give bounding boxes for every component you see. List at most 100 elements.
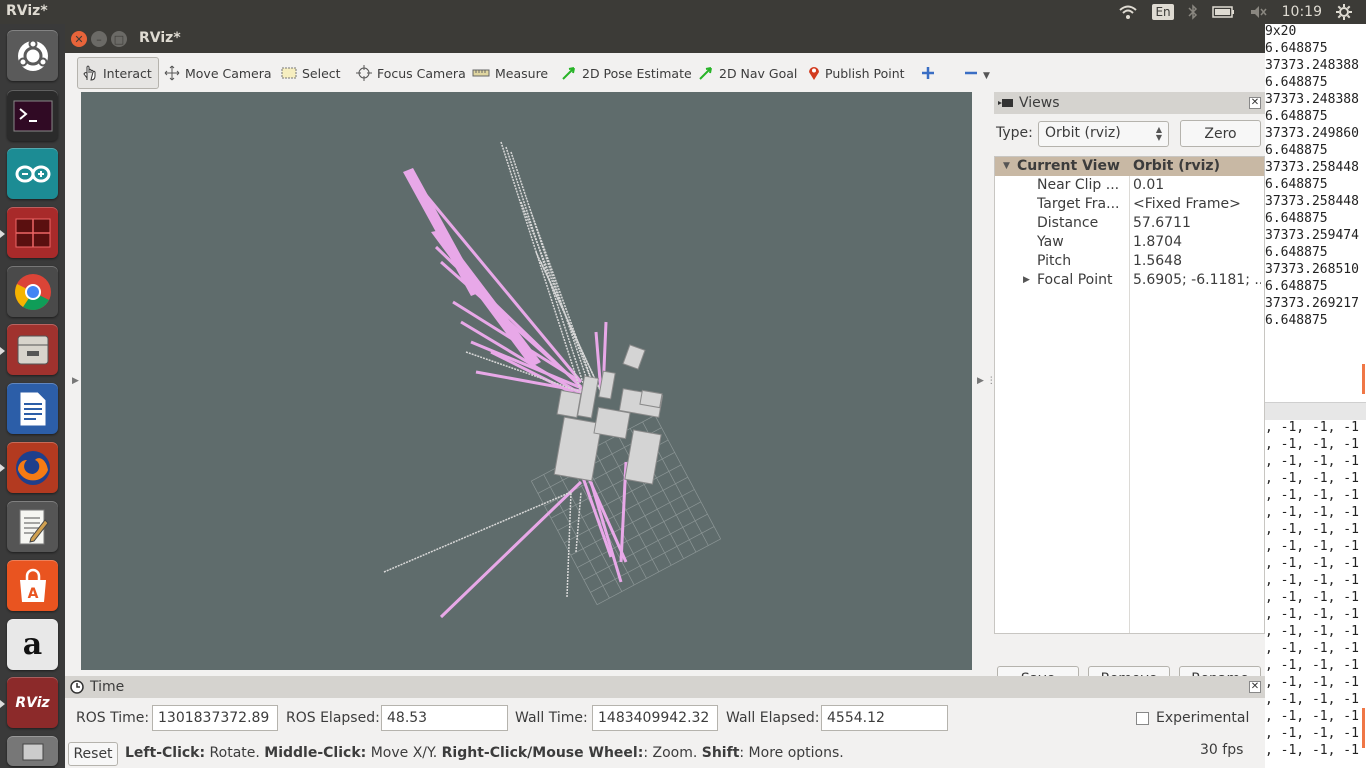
publish-point-tool-button[interactable]: Publish Point xyxy=(804,57,909,89)
keyboard-layout-indicator[interactable]: En xyxy=(1152,4,1174,20)
hint-left-click-desc: Rotate. xyxy=(205,745,265,761)
property-value[interactable]: 1.5648 xyxy=(1133,253,1261,269)
running-indicator xyxy=(0,464,5,472)
select-tool-button[interactable]: Select xyxy=(277,57,345,89)
reset-button[interactable]: Reset xyxy=(68,742,118,766)
terminal-icon[interactable] xyxy=(7,90,58,141)
terminal-line: , -1, -1, -1 xyxy=(1265,556,1359,571)
terminal-line: , -1, -1, -1 xyxy=(1265,641,1359,656)
green-arrow-icon xyxy=(698,65,714,81)
ubuntu-dash-icon[interactable] xyxy=(7,30,58,81)
property-name: Near Clip ... xyxy=(1037,177,1120,193)
text-editor-icon[interactable] xyxy=(7,501,58,552)
spin-arrows-icon: ▲ ▼ xyxy=(1155,125,1162,142)
property-value[interactable]: <Fixed Frame> xyxy=(1133,196,1261,212)
views-panel-close-button[interactable]: ✕ xyxy=(1249,97,1261,109)
3d-render-viewport[interactable] xyxy=(81,92,972,670)
time-panel-close-button[interactable]: ✕ xyxy=(1249,681,1261,693)
bluetooth-icon[interactable] xyxy=(1188,4,1198,20)
measure-tool-button[interactable]: Measure xyxy=(468,57,552,89)
window-titlebar[interactable]: ✕ – □ RViz* xyxy=(65,24,1265,53)
files-icon[interactable] xyxy=(7,324,58,375)
ros-elapsed-field[interactable]: 48.53 xyxy=(381,705,508,731)
property-row[interactable]: Pitch 1.5648 xyxy=(995,252,1264,271)
current-view-row[interactable]: ▼ Current View Orbit (rviz) xyxy=(995,157,1264,176)
property-value[interactable]: 0.01 xyxy=(1133,177,1261,193)
battery-icon[interactable] xyxy=(1211,5,1236,19)
laser-ray xyxy=(383,491,572,573)
rviz-icon[interactable]: RViz xyxy=(7,677,58,728)
remove-tool-button[interactable]: ▼ xyxy=(960,57,994,89)
terminal-line: 6.648875 xyxy=(1265,245,1328,260)
dropdown-arrow-icon[interactable]: ▼ xyxy=(983,71,990,81)
terminal-line: 37373.269217 xyxy=(1265,296,1359,311)
window-maximize-button[interactable]: □ xyxy=(111,31,127,47)
terminal-line: , -1, -1, -1 xyxy=(1265,539,1359,554)
terminal-output-bottom: , -1, -1, -1 , -1, -1, -1 , -1, -1, -1 , -1… xyxy=(1265,420,1366,768)
arduino-icon[interactable] xyxy=(7,148,58,199)
checkbox-unchecked-icon[interactable] xyxy=(1136,711,1149,725)
firefox-icon[interactable] xyxy=(7,442,58,493)
property-value[interactable]: 5.6905; -6.1181; ... xyxy=(1133,272,1261,288)
point-cloud-scene xyxy=(383,141,721,619)
zero-button[interactable]: Zero xyxy=(1180,120,1261,147)
property-value[interactable]: 1.8704 xyxy=(1133,234,1261,250)
terminal-line: , -1, -1, -1 xyxy=(1265,743,1359,758)
volume-muted-icon[interactable] xyxy=(1250,5,1268,19)
property-name: Pitch xyxy=(1037,253,1072,269)
hint-shift-key: Shift xyxy=(701,745,740,761)
window-close-button[interactable]: ✕ xyxy=(71,31,87,47)
running-indicator xyxy=(0,347,5,355)
wall-time-field[interactable]: 1483409942.32 xyxy=(592,705,718,731)
property-row[interactable]: Distance 57.6711 xyxy=(995,214,1264,233)
trash-icon[interactable] xyxy=(7,736,58,766)
nav-goal-tool-button[interactable]: 2D Nav Goal xyxy=(694,57,801,89)
laser-ray xyxy=(530,211,597,393)
property-row[interactable]: ▶ Focal Point 5.6905; -6.1181; ... xyxy=(995,271,1264,290)
terminal-line: , -1, -1, -1 xyxy=(1265,658,1359,673)
interact-tool-button[interactable]: Interact xyxy=(77,57,159,89)
experimental-checkbox[interactable]: Experimental xyxy=(1136,710,1249,726)
terminal-line: , -1, -1, -1 xyxy=(1265,590,1359,605)
right-dock-splitter-handle[interactable]: ▶ ⋮ xyxy=(977,376,996,386)
terminal-scroll-marker xyxy=(1362,708,1365,748)
ros-time-field[interactable]: 1301837372.89 xyxy=(152,705,278,731)
property-row[interactable]: Near Clip ... 0.01 xyxy=(995,176,1264,195)
focus-camera-tool-button[interactable]: Focus Camera xyxy=(352,57,470,89)
view-type-select[interactable]: Orbit (rviz) ▲ ▼ xyxy=(1038,121,1169,147)
background-terminal[interactable]: 9x20 6.648875 37373.248388 6.648875 37373.24… xyxy=(1265,24,1366,768)
wall-time-label: Wall Time: xyxy=(515,710,588,726)
terminal-line: 37373.258448 xyxy=(1265,194,1359,209)
terminal-line: , -1, -1, -1 xyxy=(1265,692,1359,707)
terminal-line: , -1, -1, -1 xyxy=(1265,420,1359,435)
writer-icon[interactable] xyxy=(7,383,58,434)
wall-elapsed-field[interactable]: 4554.12 xyxy=(821,705,948,731)
view-properties-tree: ▼ Current View Orbit (rviz) Near Clip ..… xyxy=(994,156,1265,634)
time-panel-header[interactable]: Time ✕ xyxy=(65,676,1265,698)
hint-right-click-desc: : Zoom. xyxy=(643,745,702,761)
views-panel-header[interactable]: Views ✕ xyxy=(994,92,1265,114)
clock[interactable]: 10:19 xyxy=(1282,4,1322,20)
window-minimize-button[interactable]: – xyxy=(91,31,107,47)
tools-toolbar: Interact Move Camera Select Focus Camera… xyxy=(65,53,1265,89)
wifi-icon[interactable] xyxy=(1118,4,1138,20)
terminal-line: 6.648875 xyxy=(1265,313,1328,328)
settings-gear-icon[interactable] xyxy=(1336,4,1352,20)
property-value[interactable]: 57.6711 xyxy=(1133,215,1261,231)
select-tool-label: Select xyxy=(302,65,341,81)
amazon-icon[interactable]: a xyxy=(7,619,58,670)
chrome-icon[interactable] xyxy=(7,266,58,317)
move-camera-tool-button[interactable]: Move Camera xyxy=(160,57,276,89)
terminal-line: 37373.248388 xyxy=(1265,92,1359,107)
left-dock-splitter-handle[interactable]: ▶ xyxy=(72,376,79,386)
property-row[interactable]: Target Fra... <Fixed Frame> xyxy=(995,195,1264,214)
terminal-pane-separator[interactable] xyxy=(1265,402,1366,420)
terminator-icon[interactable] xyxy=(7,207,58,258)
occupancy-map-cells xyxy=(553,344,664,485)
add-tool-button[interactable] xyxy=(917,57,944,89)
software-center-icon[interactable]: A xyxy=(7,560,58,611)
expand-right-icon[interactable]: ▶ xyxy=(1023,275,1030,285)
pose-estimate-tool-button[interactable]: 2D Pose Estimate xyxy=(557,57,696,89)
property-row[interactable]: Yaw 1.8704 xyxy=(995,233,1264,252)
expand-down-icon[interactable]: ▼ xyxy=(1003,161,1010,171)
